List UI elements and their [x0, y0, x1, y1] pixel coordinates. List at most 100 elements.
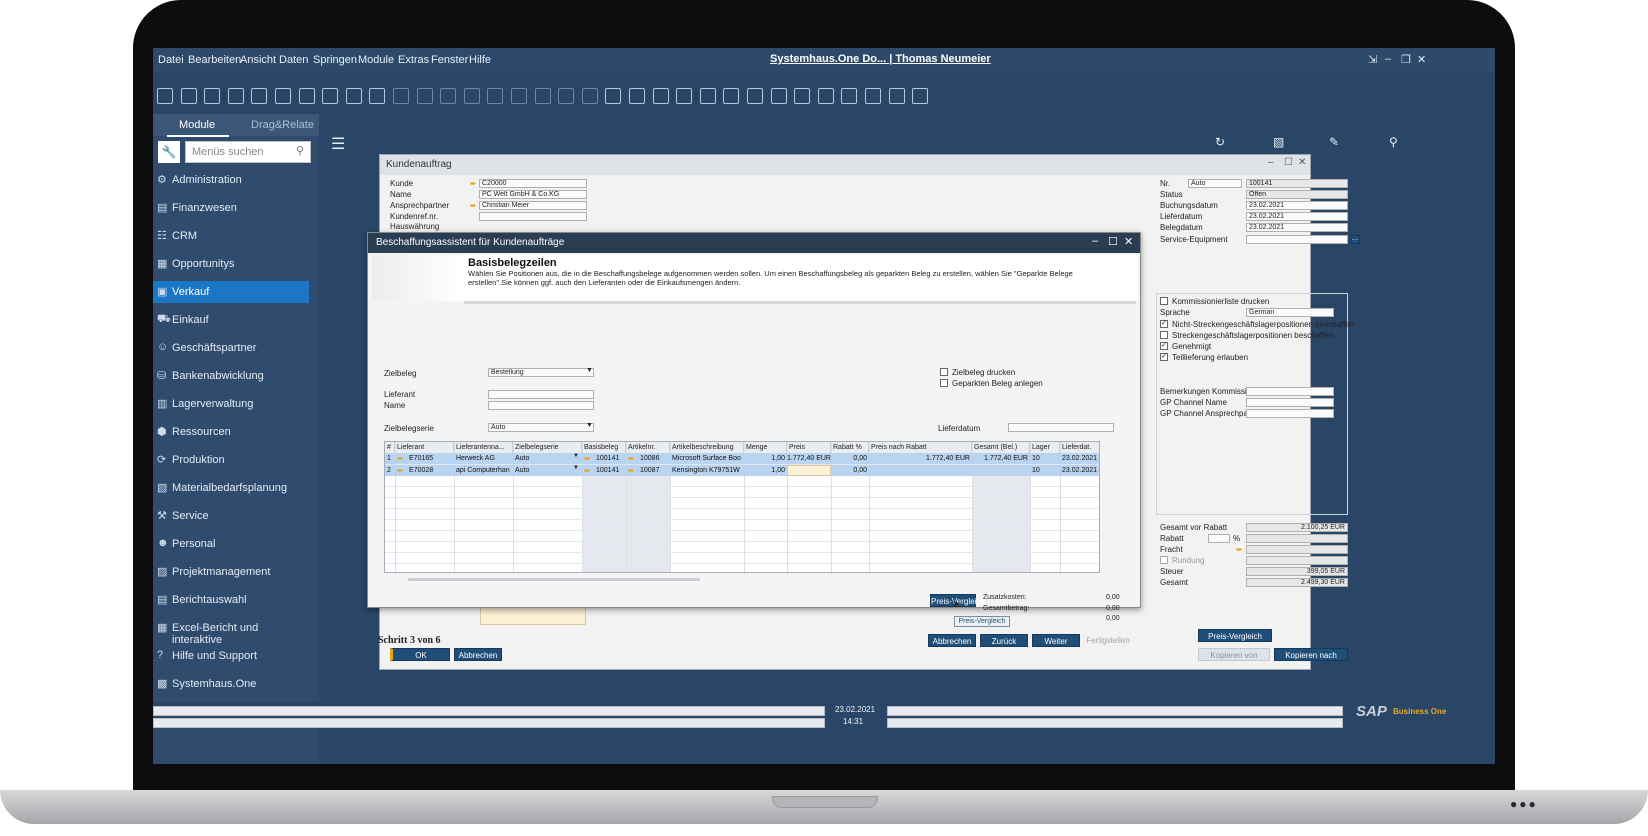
link-arrow-icon[interactable]: ➨ [628, 455, 636, 463]
column-header[interactable]: Gesamt (Bel.) [972, 442, 1030, 453]
menu-module[interactable]: Module [358, 54, 394, 66]
order-preisvergleich-button[interactable]: Preis-Vergleich [1198, 629, 1272, 642]
link-arrow-icon[interactable]: ➨ [397, 455, 405, 463]
sprache-select[interactable]: German [1246, 308, 1334, 317]
close-icon[interactable]: ✕ [1417, 53, 1426, 66]
sidebar-item-hilfe-und-support[interactable]: ? Hilfe und Support [153, 645, 309, 667]
grid-cell[interactable]: E70165 [407, 453, 454, 464]
sidebar-item-excel-bericht-und-interaktive[interactable]: ▦ Excel-Bericht und interaktive [153, 617, 309, 646]
service-field[interactable] [1246, 235, 1348, 244]
bem-field[interactable] [1246, 387, 1334, 396]
settings-icon[interactable] [605, 88, 622, 104]
grid-cell[interactable]: 23.02.2021 [1060, 453, 1099, 464]
menu-springen[interactable]: Springen [313, 54, 357, 66]
grid-cell[interactable]: 1.772,40 EUR [869, 453, 972, 464]
zielbeleg-drucken-checkbox[interactable] [940, 368, 948, 376]
grid-cell[interactable] [972, 465, 1030, 476]
zielbeleg-select[interactable]: Bestellung [488, 368, 594, 377]
grid-cell[interactable]: 10086 [638, 453, 670, 464]
menu-datei[interactable]: Datei [158, 54, 184, 66]
link-arrow-icon[interactable]: ➨ [470, 202, 478, 210]
link-arrow-icon[interactable]: ➨ [1236, 546, 1244, 554]
ansprech-field[interactable]: Christian Meier [479, 201, 587, 210]
prev-record-icon[interactable] [416, 88, 433, 104]
column-header[interactable]: Rabatt % [831, 442, 869, 453]
refresh-icon[interactable] [487, 88, 504, 104]
column-header[interactable]: Lieferant [395, 442, 454, 453]
tab-modules[interactable]: Module [179, 119, 215, 131]
sidebar-item-lagerverwaltung[interactable]: ▥ Lagerverwaltung [153, 393, 309, 415]
column-header[interactable]: Lieferdat. [1060, 442, 1099, 453]
order-minimize-icon[interactable]: – [1268, 157, 1274, 168]
wiz-name-field[interactable] [488, 401, 594, 410]
print-icon[interactable] [180, 88, 197, 104]
forms-icon[interactable] [581, 88, 598, 104]
strecken-checkbox[interactable] [1160, 331, 1168, 339]
dashboard-icon[interactable] [888, 88, 905, 104]
beleg-field[interactable]: 23.02.2021 [1246, 223, 1348, 232]
refresh-icon[interactable]: ↻ [1215, 135, 1225, 149]
alert-icon[interactable] [817, 88, 834, 104]
sidebar-item-projektmanagement[interactable]: ▨ Projektmanagement [153, 561, 309, 583]
first-record-icon[interactable] [393, 88, 409, 104]
kopieren-nach-button[interactable]: Kopieren nach [1274, 648, 1348, 661]
user-defined-icon[interactable] [770, 88, 787, 104]
pdf-icon[interactable] [322, 88, 339, 104]
link-arrow-icon[interactable]: ➨ [397, 467, 405, 475]
dashboard-icon[interactable]: ▧ [1273, 135, 1284, 149]
name-field[interactable]: PC Welt GmbH & Co.KG [479, 190, 587, 199]
grid-cell[interactable]: Herweck AG [454, 453, 513, 464]
grid-cell[interactable]: 0,00 [831, 465, 869, 476]
link-arrow-icon[interactable]: ➨ [470, 180, 478, 188]
liefer-field[interactable]: 23.02.2021 [1246, 212, 1348, 221]
last-record-icon[interactable] [463, 88, 480, 104]
sidebar-item-administration[interactable]: ⚙ Administration [153, 169, 309, 191]
gp-ansprech-select[interactable] [1246, 409, 1334, 418]
nicht-strecken-checkbox[interactable]: ✓ [1160, 320, 1168, 328]
grid-cell[interactable]: 0,00 [831, 453, 869, 464]
fertigstellen-button[interactable]: Fertigstellen [1084, 634, 1132, 647]
grid-cell[interactable]: Auto [513, 465, 582, 476]
lieferdatum-field[interactable] [1008, 423, 1114, 432]
ok-button[interactable]: OK [390, 648, 450, 661]
grid-cell[interactable]: 23.02.2021 [1060, 465, 1099, 476]
menu-extras[interactable]: Extras [398, 54, 429, 66]
next-record-icon[interactable] [440, 88, 457, 104]
sidebar-item-systemhaus-one[interactable]: ▩ Systemhaus.One [153, 673, 309, 695]
grid-cell[interactable]: 1.772,40 EUR [972, 453, 1030, 464]
calculator-icon[interactable] [865, 88, 881, 104]
lieferant-field[interactable] [488, 390, 594, 399]
zielbelegserie-select[interactable]: Auto [488, 423, 594, 432]
hamburger-menu-icon[interactable]: ☰ [331, 134, 345, 154]
sort-icon[interactable] [534, 88, 551, 104]
zurueck-button[interactable]: Zurück [980, 634, 1028, 647]
grid-cell[interactable]: Microsoft Surface Boo [670, 453, 744, 464]
grid-cell[interactable]: 10087 [638, 465, 670, 476]
weiter-button[interactable]: Weiter [1032, 634, 1080, 647]
wizard-maximize-icon[interactable]: ☐ [1108, 235, 1118, 248]
column-header[interactable]: Preis nach Rabatt [869, 442, 972, 453]
minimize-icon[interactable]: – [1385, 53, 1391, 65]
column-header[interactable]: Menge [744, 442, 787, 453]
grid-cell[interactable]: 2 [385, 465, 395, 476]
sidebar-item-crm[interactable]: ☷ CRM [153, 225, 309, 247]
sidebar-item-service[interactable]: ⚒ Service [153, 505, 309, 527]
email-icon[interactable] [227, 88, 244, 104]
kunde-field[interactable]: C20000 [479, 179, 587, 188]
column-header[interactable]: Artikelbeschreibung [670, 442, 744, 453]
column-header[interactable]: Preis [787, 442, 831, 453]
tab-drag-relate[interactable]: Drag&Relate [251, 119, 314, 131]
kommissionierliste-checkbox[interactable] [1160, 297, 1168, 305]
filter-icon[interactable] [511, 88, 527, 104]
remarks-field[interactable] [480, 605, 586, 625]
order-abbrechen-button[interactable]: Abbrechen [454, 648, 502, 661]
help-icon[interactable] [912, 88, 929, 104]
column-header[interactable]: Artikelnr. [626, 442, 670, 453]
menu-search-input[interactable]: Menüs suchen [185, 141, 311, 163]
grid-cell[interactable]: Kensington K79751W [670, 465, 744, 476]
global-search-icon[interactable]: ⚲ [1389, 135, 1398, 149]
wizard-abbrechen-button[interactable]: Abbrechen [928, 634, 976, 647]
order-maximize-icon[interactable]: ☐ [1284, 157, 1293, 168]
sidebar-item-einkauf[interactable]: ⛟ Einkauf [153, 309, 309, 331]
sidebar-item-opportunitys[interactable]: ▦ Opportunitys [153, 253, 309, 275]
